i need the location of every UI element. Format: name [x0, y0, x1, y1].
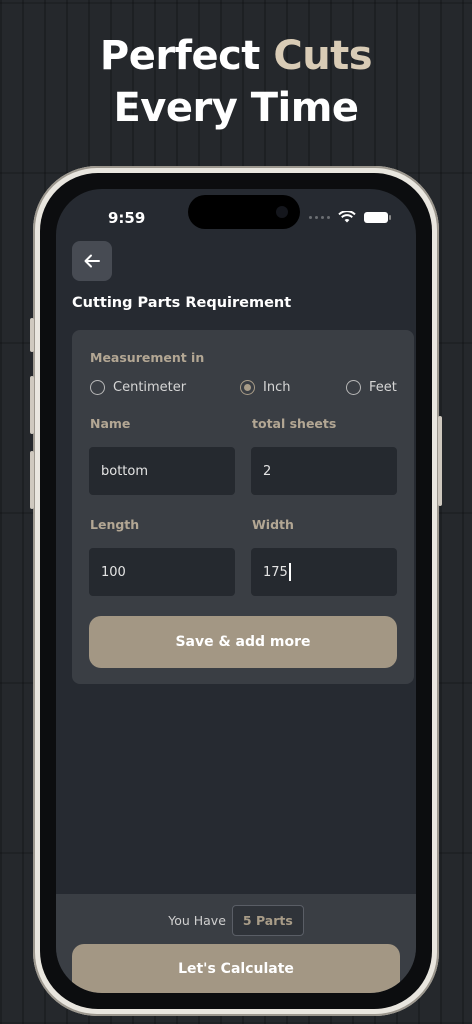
camera-icon	[276, 206, 288, 218]
radio-feet[interactable]: Feet	[346, 380, 397, 395]
radio-selected-icon	[240, 380, 255, 395]
parts-summary: You Have 5 Parts	[56, 904, 416, 936]
text-cursor	[288, 563, 291, 581]
headline-line-2: Every Time	[113, 85, 359, 131]
name-input-value: bottom	[101, 463, 149, 479]
page-title: Cutting Parts Requirement	[72, 295, 292, 311]
headline-accent-text: Cuts	[273, 33, 373, 79]
width-input[interactable]: 175	[251, 548, 397, 596]
sheets-input-value: 2	[263, 463, 272, 479]
phone-side-button	[30, 318, 34, 352]
name-label: Name	[90, 416, 131, 431]
promo-headline: Perfect Cuts Every Time	[0, 30, 472, 134]
measurement-label: Measurement in	[90, 350, 205, 365]
app-screen: 9:59 Cutting Parts Requirement Measureme…	[56, 189, 416, 993]
radio-label: Inch	[263, 380, 291, 395]
measurement-radio-group: Centimeter Inch Feet	[90, 380, 400, 400]
part-form-card: Measurement in Centimeter Inch Feet Name…	[72, 330, 414, 684]
sheets-label: total sheets	[252, 416, 337, 431]
width-label: Width	[252, 517, 294, 532]
phone-side-button	[438, 416, 442, 506]
headline-plain-text: Perfect	[99, 33, 274, 79]
length-input-value: 100	[101, 564, 126, 580]
sheets-input[interactable]: 2	[251, 447, 397, 495]
length-input[interactable]: 100	[89, 548, 235, 596]
arrow-left-icon	[84, 254, 100, 268]
calculate-button[interactable]: Let's Calculate	[72, 944, 400, 993]
radio-centimeter[interactable]: Centimeter	[90, 380, 186, 395]
dynamic-island	[188, 195, 300, 229]
headline-line-1: Perfect Cuts	[0, 30, 472, 82]
bottom-bar: You Have 5 Parts Let's Calculate	[56, 894, 416, 993]
phone-side-button	[30, 376, 34, 434]
radio-circle-icon	[346, 380, 361, 395]
status-time: 9:59	[108, 209, 146, 227]
save-add-more-button[interactable]: Save & add more	[89, 616, 397, 668]
radio-label: Feet	[369, 380, 397, 395]
radio-circle-icon	[90, 380, 105, 395]
phone-side-button	[30, 451, 34, 509]
signal-icon	[309, 215, 330, 219]
radio-inch[interactable]: Inch	[240, 380, 290, 395]
status-icons	[309, 211, 391, 223]
phone-frame: 9:59 Cutting Parts Requirement Measureme…	[30, 166, 442, 1016]
battery-icon	[364, 211, 391, 223]
you-have-label: You Have	[168, 912, 226, 928]
width-input-value: 175	[263, 564, 288, 580]
name-input[interactable]: bottom	[89, 447, 235, 495]
phone-bezel: 9:59 Cutting Parts Requirement Measureme…	[40, 173, 432, 1009]
wifi-icon	[338, 211, 356, 223]
back-button[interactable]	[72, 241, 112, 281]
radio-label: Centimeter	[113, 380, 187, 395]
parts-count-badge[interactable]: 5 Parts	[231, 904, 304, 936]
length-label: Length	[90, 517, 140, 532]
